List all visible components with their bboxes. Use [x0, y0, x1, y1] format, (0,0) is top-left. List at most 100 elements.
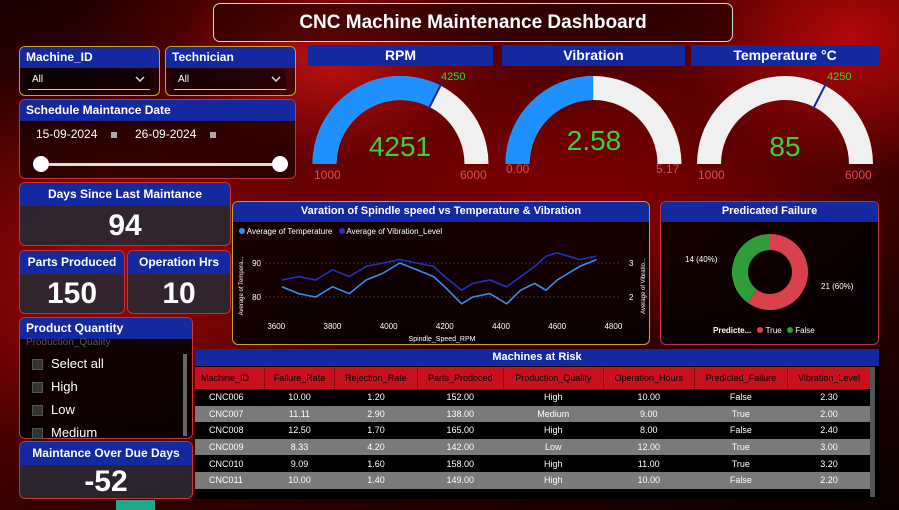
gauge-rpm-target: 4250 — [441, 71, 466, 83]
table-header-row: Machine_ID Failure_Rate Rejection_Rate Part… — [195, 367, 871, 389]
gauge-temperature-title: Temperature °C — [691, 45, 879, 66]
table-cell: 10.00 — [603, 471, 695, 489]
y-left-tick-label: 80 — [252, 293, 261, 302]
gauge-temperature-svg — [697, 76, 873, 164]
calendar-icon[interactable] — [111, 131, 118, 138]
options-scrollbar[interactable] — [183, 354, 187, 436]
table-cell: High — [503, 422, 604, 439]
machine-id-label: Machine_ID — [20, 47, 159, 68]
date-from-value: 15-09-2024 — [36, 127, 98, 141]
table-row[interactable]: CNC006 10.00 1.20 152.00 High 10.00 False 2.30 — [195, 389, 871, 406]
checkbox-icon[interactable] — [32, 382, 43, 394]
table-scrollbar[interactable] — [870, 367, 875, 497]
table-cell: 10.00 — [264, 471, 335, 489]
table-row[interactable]: CNC011 10.00 1.40 149.00 High 10.00 False 2.20 — [195, 471, 871, 489]
table-cell: 1.70 — [334, 422, 418, 439]
option-high[interactable]: High — [32, 375, 104, 398]
gauge-temperature-value: 85 — [769, 131, 801, 162]
donut-slice-false[interactable] — [732, 234, 770, 303]
maintenance-overdue-card: Maintance Over Due Days -52 — [19, 441, 193, 499]
chevron-down-icon — [271, 76, 281, 83]
checkbox-icon[interactable] — [32, 428, 43, 440]
date-slicer: Schedule Maintance Date 15-09-2024 26-09… — [19, 99, 296, 179]
table-cell: False — [694, 422, 788, 439]
table-cell: 158.00 — [417, 455, 504, 472]
table-rows: CNC006 10.00 1.20 152.00 High 10.00 False 2.30 C… — [195, 389, 871, 489]
checkbox-icon[interactable] — [32, 405, 43, 417]
table-cell: Medium — [503, 405, 604, 423]
table-row[interactable]: CNC008 12.50 1.70 165.00 High 8.00 False 2.40 — [195, 422, 871, 439]
column-header[interactable]: Parts_Prodoced — [417, 367, 504, 389]
gauge-vibration-value: 2.58 — [566, 125, 622, 156]
table-cell: 12.00 — [603, 438, 695, 456]
machine-id-slicer: Machine_ID All — [19, 46, 160, 96]
donut-label-true: 21 (60%) — [821, 282, 854, 291]
table-cell: 152.00 — [417, 389, 504, 406]
parts-produced-label: Parts Produced — [20, 251, 124, 274]
checkbox-icon[interactable] — [32, 359, 43, 371]
table-cell: 142.00 — [417, 438, 504, 456]
y-right-tick-label: 3 — [629, 259, 634, 268]
gauge-temperature-min: 1000 — [698, 168, 725, 182]
machine-id-dropdown[interactable]: All — [28, 70, 150, 90]
table-body: Machine_ID Failure_Rate Rejection_Rate Part… — [195, 367, 871, 489]
table-cell: True — [694, 455, 788, 472]
column-header[interactable]: Operation_Hours — [603, 367, 695, 389]
donut-label-false: 14 (40%) — [685, 255, 718, 264]
table-cell: 165.00 — [417, 422, 504, 439]
x-tick-label: 3800 — [324, 322, 342, 331]
donut-legend: Predicte... True False — [713, 326, 815, 335]
table-cell: 11.11 — [264, 405, 335, 423]
option-low[interactable]: Low — [32, 398, 104, 421]
table-title: Machines at Risk — [195, 349, 879, 366]
column-header[interactable]: Production_Quality — [503, 367, 604, 389]
table-cell: High — [503, 455, 604, 472]
vibration-series-line — [281, 251, 597, 292]
gauge-vibration-title: Vibration — [502, 45, 685, 66]
table-cell: False — [694, 471, 788, 489]
table-cell: 10.00 — [264, 389, 335, 406]
donut-legend-title: Predicte... — [713, 326, 752, 335]
column-header[interactable]: Vibration_Level — [787, 367, 871, 389]
date-to-value: 26-09-2024 — [135, 127, 197, 141]
operation-hours-card: Operation Hrs 10 — [127, 250, 231, 314]
column-header[interactable]: Predicted_Failure — [694, 367, 789, 389]
page-tab-indicator[interactable] — [116, 500, 155, 510]
date-range-track — [42, 163, 280, 166]
table-row[interactable]: CNC007 11.11 2.90 138.00 Medium 9.00 True 2.00 — [195, 405, 871, 423]
date-range-end-handle[interactable] — [272, 156, 288, 172]
date-from-field[interactable]: 15-09-2024 — [36, 127, 118, 141]
calendar-icon[interactable] — [210, 131, 217, 138]
days-since-maintenance-card: Days Since Last Maintance 94 — [19, 182, 231, 246]
column-header[interactable]: Failure_Rate — [264, 367, 336, 389]
table-cell: True — [694, 405, 788, 423]
legend-false-label: False — [795, 326, 815, 335]
y-left-axis-label: Average of Tempera... — [239, 256, 245, 315]
date-to-field[interactable]: 26-09-2024 — [135, 127, 217, 141]
table-cell: 4.20 — [334, 438, 418, 456]
technician-dropdown[interactable]: All — [174, 70, 286, 90]
table-cell: 1.20 — [334, 389, 418, 406]
table-cell: True — [694, 438, 788, 456]
x-tick-label: 4600 — [548, 322, 566, 331]
column-header[interactable]: Machine_ID — [195, 367, 265, 389]
table-cell: 12.50 — [264, 422, 335, 439]
table-row[interactable]: CNC010 9.09 1.60 158.00 High 11.00 True 3.20 — [195, 455, 871, 472]
x-tick-label: 4000 — [380, 322, 398, 331]
table-cell: 8.00 — [603, 422, 695, 439]
predicted-failure-panel: Predicated Failure 14 (40%) 21 (60%) Pre… — [660, 201, 879, 345]
option-select-all[interactable]: Select all — [32, 352, 104, 375]
gauge-vibration-max: 5.17 — [656, 162, 680, 176]
table-cell: 9.09 — [264, 455, 335, 472]
gauge-rpm-value: 4251 — [368, 131, 432, 162]
machines-at-risk-table: Machines at Risk Machine_ID Failure_Rate R… — [195, 349, 879, 499]
technician-slicer: Technician All — [165, 46, 296, 96]
table-cell: 2.20 — [787, 471, 871, 489]
column-header[interactable]: Rejection_Rate — [334, 367, 418, 389]
table-row[interactable]: CNC009 8.33 4.20 142.00 Low 12.00 True 3.00 — [195, 438, 871, 456]
days-since-value: 94 — [108, 209, 142, 242]
date-range-start-handle[interactable] — [33, 156, 49, 172]
y-right-tick-label: 2 — [629, 293, 634, 302]
table-cell: Low — [503, 438, 604, 456]
parts-produced-card: Parts Produced 150 — [19, 250, 125, 314]
